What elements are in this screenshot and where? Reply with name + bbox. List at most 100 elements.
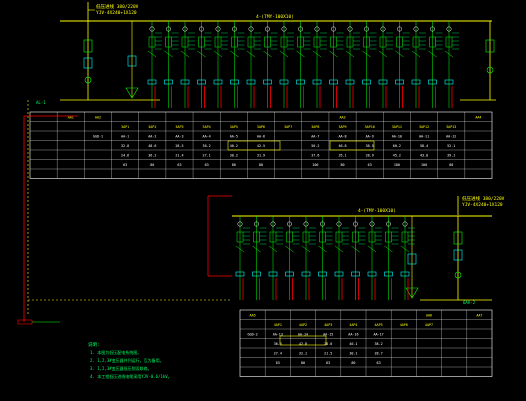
table-data-cell: 63: [326, 361, 330, 365]
table-header-cell: 4AP7: [425, 323, 433, 327]
table-header-cell: AA5: [250, 314, 256, 318]
notes-line-4: 4. 本工程低压进线电缆采用YJV-0.6/1kV。: [90, 373, 172, 379]
table-data-cell: 63: [205, 163, 209, 167]
table-data-cell: 42.8: [299, 342, 307, 346]
notes-title: 说明:: [88, 341, 100, 348]
table-header-cell: 3AP1: [121, 125, 129, 129]
lower-busbar-label: 4-(TMY-100X10): [358, 208, 396, 214]
notes-line-1: 1. 本图为低压配电系统图。: [90, 349, 141, 355]
table-header-cell: 3AP12: [419, 125, 429, 129]
table-data-cell: 30.1: [349, 352, 357, 356]
table-header-cell: AA7: [476, 314, 482, 318]
table-header-cell: 3AP11: [392, 125, 402, 129]
table-data-cell: AA-12: [446, 135, 456, 139]
table-data-cell: 32.1: [299, 352, 307, 356]
table-header-cell: 4AP4: [349, 323, 357, 327]
table-data-cell: 100: [421, 163, 427, 167]
table-data-cell: AA-4: [203, 135, 211, 139]
table-header-cell: 4AP5: [375, 323, 383, 327]
table-data-cell: 80: [150, 163, 154, 167]
table-data-cell: 36.2: [148, 154, 156, 158]
table-data-cell: 48.6: [148, 144, 156, 148]
table-data-cell: AA-3: [175, 135, 183, 139]
table-data-cell: 28.5: [175, 144, 183, 148]
table-header-cell: AA6: [426, 314, 432, 318]
lower-incoming-label-1: 低压进线 380/220V: [462, 195, 505, 202]
table-data-cell: 58.4: [420, 144, 428, 148]
table-data-cell: AA-1: [121, 135, 129, 139]
table-header-cell: 4AP3: [324, 323, 332, 327]
table-data-cell: 40.2: [230, 144, 238, 148]
table-data-cell: 28.6: [324, 342, 332, 346]
upper-incoming-label-1: 低压进线 380/220V: [96, 3, 139, 10]
table-data-cell: 63: [377, 361, 381, 365]
table-data-cell: 63: [123, 163, 127, 167]
table-data-cell: 38.2: [375, 342, 383, 346]
table-data-cell: 31.9: [257, 154, 265, 158]
table-header-cell: 3AP4: [203, 125, 211, 129]
table-data-cell: 63: [177, 163, 181, 167]
table-data-cell: 30.2: [230, 154, 238, 158]
table-header-cell: 4AP2: [299, 323, 307, 327]
table-data-cell: AA-17: [373, 333, 383, 337]
table-data-cell: 42.5: [257, 144, 265, 148]
background: [0, 0, 526, 401]
table-header-cell: 3AP3: [175, 125, 183, 129]
table-header-cell: AA2: [95, 116, 101, 120]
table-data-cell: 39.1: [447, 154, 455, 158]
table-data-cell: 28.7: [375, 352, 383, 356]
table-data-cell: 40.1: [349, 342, 357, 346]
table-data-cell: 36.5: [274, 342, 282, 346]
table-data-cell: AA-10: [392, 135, 402, 139]
upper-incoming-label-2: YJV-4X240+1X120: [96, 10, 137, 16]
table-data-cell: 21.5: [324, 352, 332, 356]
table-data-cell: 35.1: [338, 154, 346, 158]
table-data-cell: 38.5: [366, 144, 374, 148]
table-data-cell: AA-16: [348, 333, 358, 337]
cad-schematic-canvas: 低压进线 380/220V YJV-4X240+1X120 4-(TMY-100…: [0, 0, 526, 401]
table-data-cell: AA-7: [311, 135, 319, 139]
table-header-cell: 3AP2: [148, 125, 156, 129]
table-header-cell: 3AP8: [311, 125, 319, 129]
table-data-cell: 100: [394, 163, 400, 167]
table-data-cell: AA-2: [148, 135, 156, 139]
table-data-cell: 45.2: [393, 154, 401, 158]
table-header-cell: AA3: [339, 116, 345, 120]
table-header-cell: 3AP10: [365, 125, 375, 129]
table-data-cell: 27.1: [203, 154, 211, 158]
table-data-cell: 21.4: [175, 154, 183, 158]
table-data-cell: AA-5: [230, 135, 238, 139]
table-data-cell: AA-9: [366, 135, 374, 139]
table-data-cell: 80: [340, 163, 344, 167]
table-data-cell: 32.8: [121, 144, 129, 148]
table-data-cell: 24.6: [121, 154, 129, 158]
table-data-cell: AA-11: [419, 135, 429, 139]
table-data-cell: 60.2: [393, 144, 401, 148]
table-data-cell: 80: [232, 163, 236, 167]
table-data-cell: 80: [351, 361, 355, 365]
table-data-cell: GGD-1: [93, 135, 103, 139]
table-data-cell: 63: [276, 361, 280, 365]
table-data-cell: 80: [259, 163, 263, 167]
table-header-cell: 3AP5: [230, 125, 238, 129]
table-data-cell: 80: [449, 163, 453, 167]
upper-busbar-label: 4-(TMY-100X10): [256, 14, 294, 20]
table-data-cell: 43.8: [420, 154, 428, 158]
table-header-cell: 4AP6: [400, 323, 408, 327]
table-data-cell: 36.2: [203, 144, 211, 148]
table-data-cell: 46.8: [338, 144, 346, 148]
lower-right-tag: 6AA-2: [463, 300, 476, 305]
table-data-cell: 27.4: [274, 352, 282, 356]
table-header-cell: AA4: [475, 116, 481, 120]
table-data-cell: 37.6: [311, 154, 319, 158]
table-data-cell: 28.9: [366, 154, 374, 158]
table-header-cell: 3AP7: [284, 125, 292, 129]
notes-line-3: 3. 1,2,3#变压器低压侧设联络。: [90, 365, 152, 371]
table-header-cell: 4AP1: [274, 323, 282, 327]
table-data-cell: 80: [301, 361, 305, 365]
lower-incoming-label-2: YJV-4X240+1X120: [462, 202, 503, 208]
table-header-cell: 3AP9: [338, 125, 346, 129]
table-data-cell: AA-8: [338, 135, 346, 139]
table-header-cell: 3AP13: [446, 125, 456, 129]
table-data-cell: 63: [368, 163, 372, 167]
